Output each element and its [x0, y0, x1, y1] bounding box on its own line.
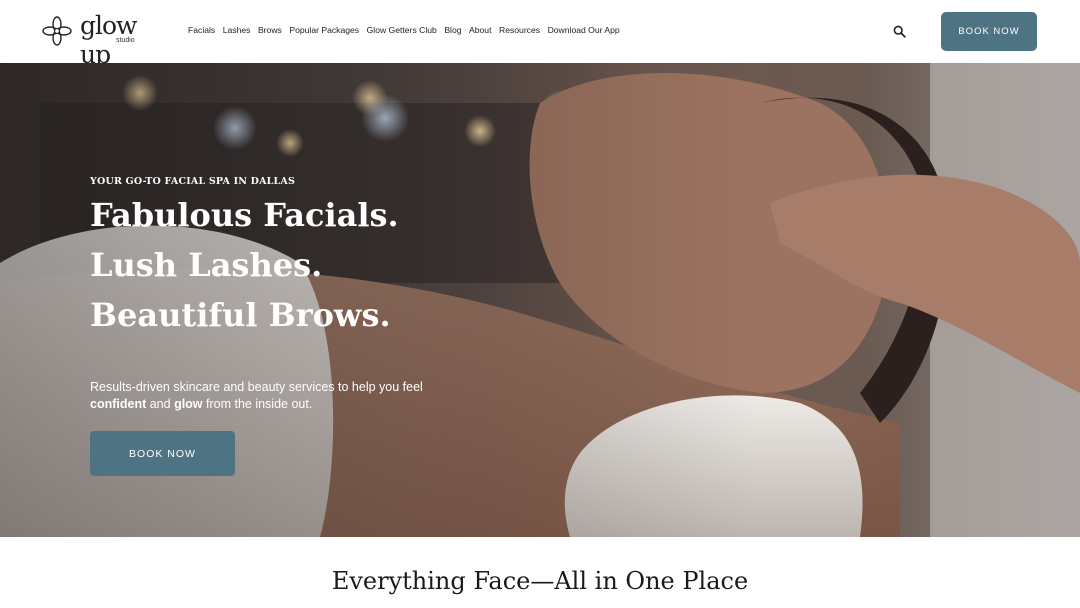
hero-subtext-bold-glow: glow [174, 397, 203, 411]
hero-headline-facials: Fabulous Facials. [90, 196, 399, 234]
site-header: glow up studio Facials Lashes Brows Popu… [0, 0, 1080, 69]
logo-text: glow up studio [80, 11, 160, 69]
nav-item-popular-packages[interactable]: Popular Packages [289, 25, 359, 35]
nav-item-glow-getters-club[interactable]: Glow Getters Club [367, 25, 437, 35]
hero-book-now-button[interactable]: BOOK NOW [90, 431, 235, 476]
section-title: Everything Face—All in One Place [331, 567, 749, 595]
nav-item-lashes[interactable]: Lashes [223, 25, 251, 35]
hero-subtext: Results-driven skincare and beauty servi… [90, 379, 430, 413]
nav-item-download-app[interactable]: Download Our App [548, 25, 620, 35]
hero-subtext-end: from the inside out. [202, 397, 313, 411]
flower-logo-icon [42, 16, 72, 46]
hero-headline-brows: Beautiful Brows. [90, 296, 391, 334]
main-nav: Facials Lashes Brows Popular Packages Gl… [188, 25, 620, 35]
hero-subtext-line1: Results-driven skincare and beauty servi… [90, 380, 423, 394]
logo[interactable]: glow up studio [42, 11, 160, 69]
nav-item-resources[interactable]: Resources [499, 25, 540, 35]
nav-item-about[interactable]: About [469, 25, 491, 35]
hero-eyebrow: YOUR GO-TO FACIAL SPA IN DALLAS [90, 176, 296, 187]
nav-item-brows[interactable]: Brows [258, 25, 282, 35]
search-icon[interactable] [893, 25, 906, 38]
logo-sub: studio [116, 37, 135, 44]
nav-item-facials[interactable]: Facials [188, 25, 215, 35]
hero-subtext-mid: and [146, 397, 175, 411]
header-book-now-button[interactable]: BOOK NOW [941, 12, 1037, 51]
hero-headline-lashes: Lush Lashes. [90, 246, 323, 284]
hero-subtext-bold-confident: confident [90, 397, 147, 411]
nav-item-blog[interactable]: Blog [444, 25, 461, 35]
hero-section: YOUR GO-TO FACIAL SPA IN DALLAS Fabulous… [0, 63, 1080, 537]
